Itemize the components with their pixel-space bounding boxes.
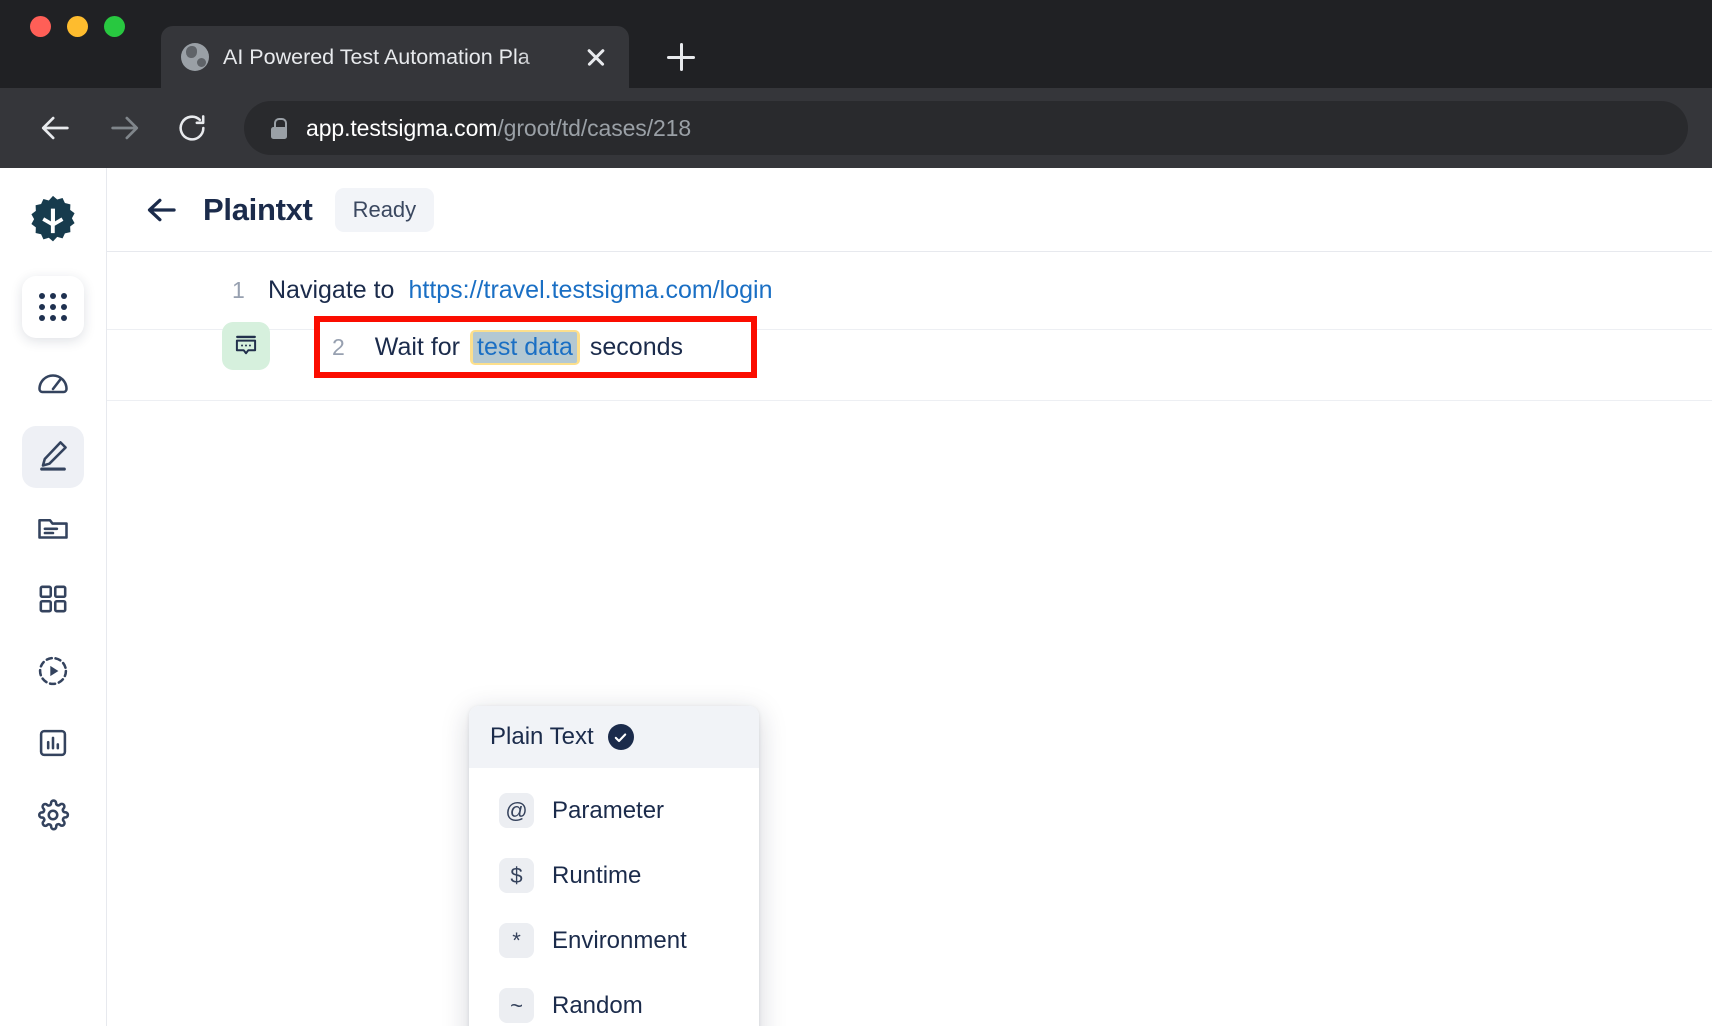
step-body: 2 Wait for test data seconds bbox=[320, 329, 751, 365]
sidebar-item-dashboard[interactable] bbox=[22, 354, 84, 416]
arrow-left-icon[interactable] bbox=[30, 102, 82, 154]
browser-tab[interactable]: AI Powered Test Automation Pla bbox=[161, 26, 629, 88]
dropdown-item-runtime[interactable]: $ Runtime bbox=[469, 843, 759, 908]
address-bar[interactable]: app.testsigma.com/groot/td/cases/218 bbox=[244, 101, 1688, 155]
close-window-button[interactable] bbox=[30, 15, 51, 37]
step-link[interactable]: https://travel.testsigma.com/login bbox=[408, 276, 772, 305]
main-content: Plaintxt Ready 1 Navigate to https://tra… bbox=[107, 168, 1712, 1026]
grid-squares-icon bbox=[36, 582, 70, 621]
address-path: /groot/td/cases/218 bbox=[497, 114, 692, 141]
sidebar-item-apps-switcher[interactable] bbox=[22, 276, 84, 338]
dropdown-item-environment[interactable]: * Environment bbox=[469, 908, 759, 973]
application-body: Plaintxt Ready 1 Navigate to https://tra… bbox=[0, 168, 1712, 1026]
sidebar-item-settings[interactable] bbox=[22, 786, 84, 848]
arrow-right-icon[interactable] bbox=[98, 102, 150, 154]
dropdown-item-label: Parameter bbox=[552, 796, 665, 824]
testsigma-gear-logo[interactable] bbox=[22, 190, 84, 252]
globe-icon bbox=[181, 43, 209, 71]
at-symbol-icon: @ bbox=[499, 793, 534, 828]
left-sidebar bbox=[0, 168, 107, 1026]
dropdown-selected-label: Plain Text bbox=[490, 723, 594, 750]
plus-icon[interactable] bbox=[659, 35, 703, 79]
row-divider bbox=[107, 400, 1712, 401]
dropdown-item-label: Runtime bbox=[552, 861, 642, 889]
minimize-window-button[interactable] bbox=[67, 15, 88, 37]
dropdown-item-random[interactable]: ~ Random bbox=[469, 973, 759, 1026]
sidebar-item-reports[interactable] bbox=[22, 714, 84, 776]
step-text: Wait for test data seconds bbox=[374, 329, 684, 365]
test-steps-list: 1 Navigate to https://travel.testsigma.c… bbox=[107, 252, 1712, 1026]
folder-icon bbox=[35, 509, 71, 550]
step-body: 1 Navigate to https://travel.testsigma.c… bbox=[214, 276, 1712, 305]
test-data-chip[interactable]: test data bbox=[470, 329, 580, 365]
maximize-window-button[interactable] bbox=[104, 15, 125, 37]
status-badge: Ready bbox=[334, 187, 435, 232]
dropdown-options-list: @ Parameter $ Runtime * Environment ~ Ra… bbox=[469, 768, 759, 1026]
step-type-icon[interactable] bbox=[222, 322, 270, 370]
step-prefix: Wait for bbox=[374, 332, 460, 361]
asterisk-symbol-icon: * bbox=[499, 923, 534, 958]
test-data-chip-value: test data bbox=[473, 331, 577, 363]
step-number: 1 bbox=[232, 277, 245, 303]
dollar-symbol-icon: $ bbox=[499, 858, 534, 893]
speedometer-icon bbox=[35, 365, 71, 406]
lock-icon bbox=[270, 117, 288, 139]
dropdown-selected-header[interactable]: Plain Text bbox=[469, 706, 759, 768]
dropdown-item-label: Environment bbox=[552, 926, 687, 954]
tab-strip: AI Powered Test Automation Pla bbox=[0, 0, 1712, 88]
tab-title: AI Powered Test Automation Pla bbox=[223, 44, 530, 69]
gear-icon bbox=[36, 798, 70, 837]
dropdown-item-label: Random bbox=[552, 991, 643, 1019]
apps-grid-icon bbox=[39, 293, 67, 321]
step-number: 2 bbox=[332, 333, 345, 360]
browser-toolbar: app.testsigma.com/groot/td/cases/218 bbox=[0, 88, 1712, 168]
test-step-row-highlighted[interactable]: 2 Wait for test data seconds bbox=[314, 316, 757, 378]
check-circle-icon bbox=[607, 724, 634, 750]
step-prefix: Navigate to bbox=[268, 276, 395, 304]
sidebar-item-test-data[interactable] bbox=[22, 498, 84, 560]
page-title: Plaintxt bbox=[203, 191, 313, 227]
tilde-symbol-icon: ~ bbox=[499, 988, 534, 1023]
reload-icon[interactable] bbox=[166, 102, 218, 154]
page-header: Plaintxt Ready bbox=[107, 168, 1712, 252]
test-data-type-dropdown: Plain Text @ Parameter $ Runtime * Envir… bbox=[469, 706, 759, 1026]
address-host: app.testsigma.com bbox=[306, 114, 498, 141]
bar-chart-icon bbox=[36, 726, 70, 765]
close-icon[interactable] bbox=[581, 42, 611, 72]
sidebar-item-test-development[interactable] bbox=[22, 426, 84, 488]
arrow-left-icon[interactable] bbox=[143, 191, 181, 229]
dropdown-item-parameter[interactable]: @ Parameter bbox=[469, 778, 759, 843]
sidebar-item-runs[interactable] bbox=[22, 642, 84, 704]
window-traffic-lights bbox=[30, 0, 125, 88]
pencil-edit-icon bbox=[35, 437, 71, 478]
step-suffix: seconds bbox=[589, 332, 684, 361]
address-bar-url: app.testsigma.com/groot/td/cases/218 bbox=[306, 115, 691, 142]
sidebar-item-test-plans[interactable] bbox=[22, 570, 84, 632]
browser-window: AI Powered Test Automation Pla app.tests… bbox=[0, 0, 1712, 1026]
step-text: Navigate to https://travel.testsigma.com… bbox=[268, 276, 773, 305]
play-circle-icon bbox=[35, 653, 71, 694]
